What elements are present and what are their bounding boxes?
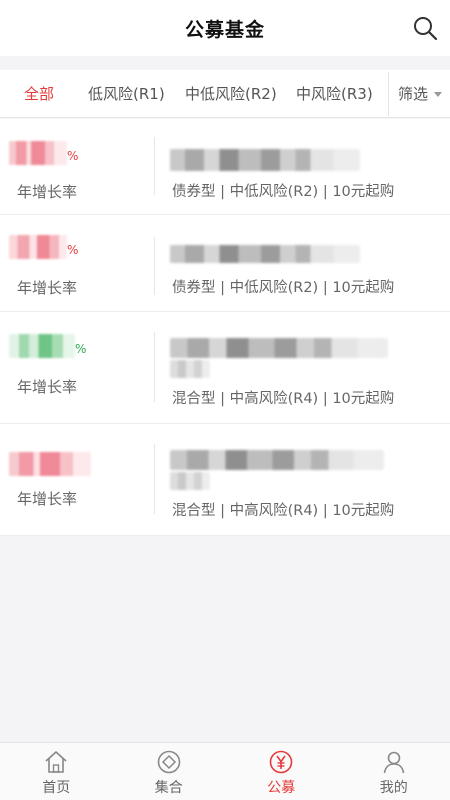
- growth-rate-label: 年增长率: [17, 378, 78, 396]
- bottom-nav: 首页 集合 公募 我的: [0, 742, 450, 800]
- caret-down-icon: [434, 91, 443, 97]
- fund-name-redacted: [170, 450, 384, 470]
- fund-meta: 债券型 | 中低风险(R2) | 10元起购: [172, 280, 395, 296]
- header-gap: [0, 56, 450, 70]
- fund-row[interactable]: 年增长率 混合型 | 中高风险(R4) | 10元起购: [0, 424, 450, 536]
- fund-name-redacted: [170, 149, 360, 171]
- growth-rate-label: 年增长率: [17, 279, 78, 297]
- app-root: 公募基金 全部 低风险(R1) 中低风险(R2) 中风险(R3) 筛选 % 年增…: [0, 0, 450, 800]
- fund-yen-icon: [269, 750, 293, 774]
- fund-name-redacted-line2: [170, 360, 210, 378]
- nav-fund[interactable]: 公募: [225, 743, 338, 800]
- risk-tabs: 全部 低风险(R1) 中低风险(R2) 中风险(R3) 筛选: [0, 70, 450, 118]
- fund-meta: 混合型 | 中高风险(R4) | 10元起购: [172, 503, 395, 519]
- growth-rate-value-redacted: [9, 141, 67, 165]
- fund-name-redacted: [170, 245, 360, 263]
- growth-rate-value-redacted: [9, 452, 91, 476]
- fund-list: % 年增长率 债券型 | 中低风险(R2) | 10元起购 % 年增长率 债券型…: [0, 119, 450, 536]
- home-icon: [45, 751, 67, 773]
- tab-low-risk-r1[interactable]: 低风险(R1): [88, 70, 165, 118]
- tabs-divider: [388, 72, 389, 116]
- row-divider: [154, 237, 155, 295]
- row-divider: [154, 332, 155, 402]
- fund-row[interactable]: % 年增长率 债券型 | 中低风险(R2) | 10元起购: [0, 119, 450, 215]
- nav-home-label: 首页: [42, 780, 71, 796]
- percent-sign: %: [67, 149, 79, 163]
- nav-collection-label: 集合: [154, 780, 183, 796]
- nav-profile[interactable]: 我的: [338, 743, 450, 800]
- percent-sign: %: [67, 243, 79, 257]
- row-divider: [154, 137, 155, 195]
- tab-mid-risk-r3[interactable]: 中风险(R3): [296, 70, 373, 118]
- nav-collection[interactable]: 集合: [113, 743, 226, 800]
- fund-meta: 债券型 | 中低风险(R2) | 10元起购: [172, 184, 395, 200]
- search-icon[interactable]: [410, 13, 440, 43]
- growth-rate-label: 年增长率: [17, 490, 78, 508]
- fund-name-redacted-line2: [170, 472, 210, 490]
- fund-row[interactable]: % 年增长率 混合型 | 中高风险(R4) | 10元起购: [0, 312, 450, 424]
- growth-rate-label: 年增长率: [17, 183, 78, 201]
- fund-name-redacted: [170, 338, 388, 358]
- fund-row[interactable]: % 年增长率 债券型 | 中低风险(R2) | 10元起购: [0, 215, 450, 312]
- nav-profile-label: 我的: [379, 780, 408, 796]
- row-divider: [154, 444, 155, 514]
- fund-meta: 混合型 | 中高风险(R4) | 10元起购: [172, 391, 395, 407]
- growth-rate-value-redacted: [9, 334, 75, 358]
- filter-label: 筛选: [398, 85, 429, 103]
- tab-mid-low-risk-r2[interactable]: 中低风险(R2): [185, 70, 277, 118]
- nav-fund-label: 公募: [267, 780, 296, 796]
- percent-sign: %: [75, 342, 87, 356]
- profile-icon: [383, 751, 405, 774]
- filter-button[interactable]: 筛选: [398, 70, 443, 118]
- top-bar: 公募基金: [0, 0, 450, 56]
- page-title: 公募基金: [184, 18, 265, 41]
- growth-rate-value-redacted: [9, 235, 67, 259]
- tab-all[interactable]: 全部: [24, 70, 54, 118]
- collection-icon: [157, 750, 181, 774]
- nav-home[interactable]: 首页: [0, 743, 113, 800]
